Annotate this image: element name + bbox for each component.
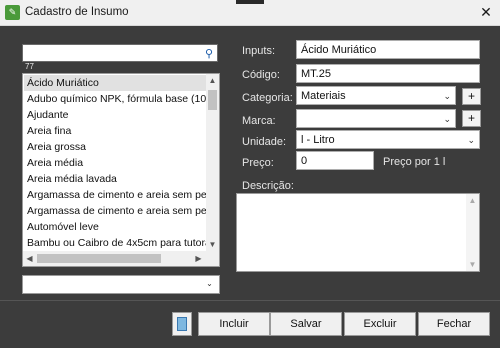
list-item[interactable]: Adubo químico NPK, fórmula base (10-10- [27, 91, 209, 107]
chevron-down-icon[interactable]: ⌄ [443, 112, 451, 126]
title-bar: ✎ Cadastro de Insumo ✕ [0, 0, 500, 26]
codigo-field[interactable]: MT.25 [296, 64, 480, 83]
drag-handle[interactable] [236, 0, 264, 4]
result-count: 77 [25, 62, 34, 71]
list-item[interactable]: Areia média lavada [27, 171, 209, 187]
search-input[interactable]: ⚲ [22, 44, 218, 62]
list-item[interactable]: Areia fina [27, 123, 209, 139]
codigo-label: Código: [242, 69, 280, 81]
search-icon[interactable]: ⚲ [205, 47, 213, 60]
list-item[interactable]: Argamassa de cimento e areia sem peneira [27, 187, 209, 203]
close-icon[interactable]: ✕ [476, 4, 496, 21]
window-title: Cadastro de Insumo [25, 6, 129, 18]
unidade-value: l - Litro [301, 134, 335, 146]
chevron-down-icon[interactable]: ⌄ [467, 133, 475, 147]
salvar-button[interactable]: Salvar [270, 312, 342, 336]
preco-label: Preço: [242, 157, 274, 169]
app-icon: ✎ [5, 5, 20, 20]
unidade-select[interactable]: l - Litro ⌄ [296, 130, 480, 149]
list-hscroll-thumb[interactable] [37, 254, 161, 263]
fechar-button[interactable]: Fechar [418, 312, 490, 336]
scroll-down-icon[interactable]: ▼ [206, 240, 219, 249]
add-categoria-button[interactable]: + [462, 88, 481, 105]
excluir-button[interactable]: Excluir [344, 312, 416, 336]
list-horizontal-scrollbar[interactable]: ◀ ▶ [23, 251, 219, 266]
add-marca-button[interactable]: + [462, 110, 481, 127]
insumo-list[interactable]: Ácido Muriático Adubo químico NPK, fórmu… [22, 73, 220, 267]
incluir-button[interactable]: Incluir [198, 312, 270, 336]
list-scroll-thumb[interactable] [208, 90, 217, 110]
list-item[interactable]: Areia grossa [27, 139, 209, 155]
scroll-up-icon[interactable]: ▲ [206, 76, 219, 85]
document-button[interactable] [172, 312, 192, 336]
list-vertical-scrollbar[interactable]: ▲ ▼ [206, 74, 219, 251]
scroll-down-icon[interactable]: ▼ [466, 260, 479, 269]
scroll-up-icon[interactable]: ▲ [466, 196, 479, 205]
chevron-down-icon[interactable]: ⌄ [203, 279, 216, 288]
unidade-label: Unidade: [242, 136, 287, 148]
inputs-field[interactable]: Ácido Muriático [296, 40, 480, 59]
categoria-value: Materiais [301, 90, 346, 102]
descricao-scrollbar[interactable]: ▲ ▼ [466, 194, 479, 271]
document-icon [177, 317, 187, 331]
preco-field[interactable]: 0 [296, 151, 374, 170]
inputs-label: Inputs: [242, 45, 276, 57]
list-item[interactable]: Automóvel leve [27, 219, 209, 235]
filter-dropdown[interactable]: ⌄ [22, 275, 220, 294]
list-item[interactable]: Ácido Muriático [24, 75, 209, 91]
marca-select[interactable]: ⌄ [296, 109, 456, 128]
preco-por-label: Preço por 1 l [383, 156, 446, 168]
chevron-down-icon[interactable]: ⌄ [443, 89, 451, 103]
descricao-label: Descrição: [242, 180, 294, 192]
list-item[interactable]: Bambu ou Caibro de 4x5cm para tutora [27, 235, 209, 251]
divider [0, 300, 500, 301]
scroll-left-icon[interactable]: ◀ [23, 254, 36, 263]
list-item[interactable]: Ajudante [27, 107, 209, 123]
list-item[interactable]: Areia média [27, 155, 209, 171]
categoria-label: Categoria: [242, 92, 293, 104]
scroll-right-icon[interactable]: ▶ [192, 254, 205, 263]
categoria-select[interactable]: Materiais ⌄ [296, 86, 456, 105]
list-item[interactable]: Argamassa de cimento e areia sem peneira [27, 203, 209, 219]
marca-label: Marca: [242, 115, 276, 127]
descricao-textarea[interactable]: ▲ ▼ [236, 193, 480, 272]
